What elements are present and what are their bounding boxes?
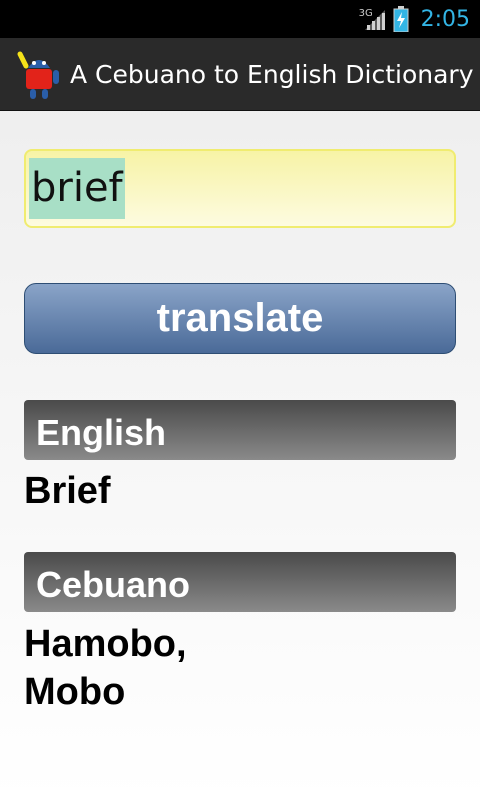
english-result: Brief [24, 470, 111, 512]
status-icons: 3G 2:05 [358, 0, 470, 38]
cebuano-section-header: Cebuano [24, 552, 456, 612]
english-section-title: English [36, 412, 167, 453]
signal-icon: 3G [358, 6, 387, 32]
cebuano-result-line: Mobo [24, 671, 126, 713]
translate-button[interactable]: translate [24, 283, 456, 354]
cebuano-result-line: Hamobo, [24, 623, 187, 665]
android-robot-icon[interactable] [16, 48, 62, 100]
english-section-header: English [24, 400, 456, 460]
status-bar: 3G 2:05 [0, 0, 480, 38]
network-type-label: 3G [358, 8, 373, 19]
translate-button-label: translate [156, 296, 324, 340]
clock: 2:05 [420, 6, 470, 32]
search-input[interactable]: brief [24, 149, 456, 228]
app-title: A Cebuano to English Dictionary [70, 59, 474, 89]
battery-charging-icon [393, 6, 409, 32]
cebuano-result: Hamobo, Mobo [24, 620, 187, 716]
search-input-value[interactable]: brief [29, 158, 125, 219]
action-bar: A Cebuano to English Dictionary [0, 38, 480, 111]
cebuano-section-title: Cebuano [36, 564, 191, 605]
